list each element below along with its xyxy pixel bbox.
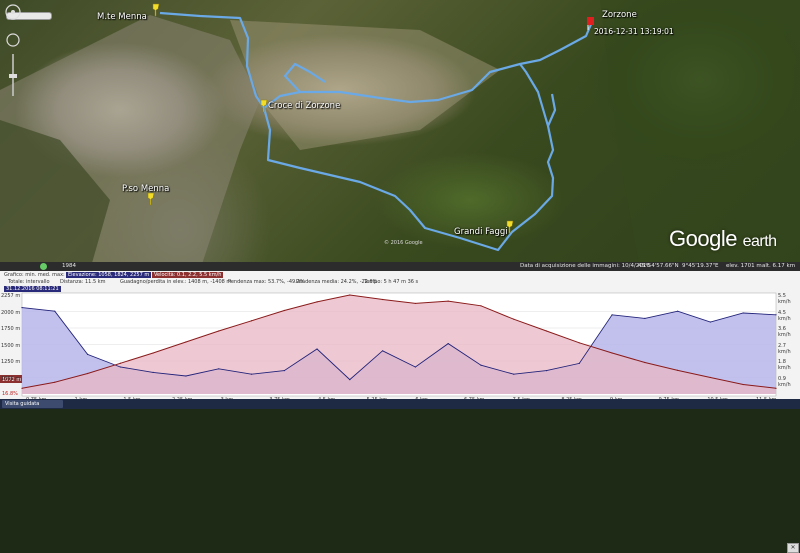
- speed-point: [578, 362, 580, 364]
- place-label-mte-menna[interactable]: M.te Menna: [97, 12, 147, 22]
- speed-point: [447, 343, 449, 345]
- place-label-zorzone[interactable]: Zorzone: [602, 10, 637, 20]
- y-tick-label-left: 1250 m: [1, 359, 21, 365]
- speed-point: [414, 366, 416, 368]
- navigation-controls[interactable]: [0, 0, 26, 100]
- profile-chart[interactable]: 1072 m 16.8%: [0, 290, 800, 399]
- speed-point: [513, 373, 515, 375]
- speed-point: [152, 371, 154, 373]
- speed-point: [349, 379, 351, 381]
- close-button[interactable]: ✕: [787, 543, 799, 553]
- y-tick-label-right: 5.5 km/h: [778, 293, 791, 305]
- speed-point: [545, 370, 548, 372]
- scale-value: 1984: [62, 263, 76, 269]
- elevation-point: [152, 352, 154, 354]
- google-earth-logo: Google earth: [669, 226, 777, 252]
- elevation-point: [611, 352, 613, 354]
- distance-stat: Distanza: 11.5 km: [60, 279, 106, 285]
- longitude: 9°45'19.37"E: [682, 263, 719, 269]
- elevation-point: [349, 294, 351, 296]
- track-timestamp: 2016-12-31 13:19:01: [594, 27, 674, 36]
- y-tick-label-left: 2257 m: [1, 293, 21, 299]
- place-label-pso-menna[interactable]: P.so Menna: [122, 184, 169, 194]
- elevation-point: [709, 376, 712, 379]
- speed-point: [119, 366, 121, 368]
- speed-point: [283, 370, 285, 372]
- elevation-point: [742, 383, 744, 386]
- speed-point: [86, 353, 89, 355]
- speed-point: [480, 364, 482, 366]
- elevation-point: [447, 300, 449, 302]
- place-label-croce-zorzone[interactable]: Croce di Zorzone: [268, 101, 340, 111]
- y-tick-label-left: 2000 m: [1, 309, 21, 316]
- elevation-point: [414, 302, 416, 305]
- max-slope-stat: Pendenza max: 53.7%, -49.2%: [228, 279, 305, 285]
- speed-point: [644, 317, 646, 319]
- y-tick-label-right: 3.6 km/h: [778, 326, 791, 338]
- imagery-date: Data di acquisizione delle immagini: 10/…: [520, 263, 650, 269]
- elevation-point: [513, 318, 515, 320]
- latitude: 45°54'57.66"N: [638, 263, 679, 269]
- status-bar: 1984 Data di acquisizione delle immagini…: [0, 262, 800, 271]
- speed-point: [54, 310, 56, 312]
- speed-point: [185, 375, 187, 377]
- elevation-point: [185, 341, 187, 343]
- speed-point: [677, 310, 679, 312]
- elevation-point: [545, 330, 548, 332]
- elevation-point: [775, 387, 777, 389]
- elevation-point: [283, 309, 285, 312]
- pushpin-icon[interactable]: [151, 3, 161, 17]
- elevation-point: [382, 298, 384, 301]
- place-label-grandi-faggi[interactable]: Grandi Faggi: [454, 227, 508, 237]
- gain-loss-stat: Guadagno/perdita in elev.: 1408 m, -1408…: [120, 279, 232, 285]
- speed-point: [21, 307, 23, 309]
- elevation-point: [578, 342, 580, 344]
- elevation-point: [250, 320, 253, 322]
- elevation-point: [644, 361, 646, 364]
- speed-point: [382, 350, 384, 352]
- speed-point: [775, 314, 777, 316]
- pushpin-icon[interactable]: [146, 192, 156, 206]
- elevation-point: [677, 369, 679, 371]
- elevation-stats[interactable]: Elevazione: 1058, 1824, 2257 m: [66, 272, 152, 278]
- elevation-point: [54, 381, 56, 383]
- logo-earth-text: earth: [742, 233, 777, 250]
- y-tick-label-right: 1.8 km/h: [778, 359, 791, 371]
- speed-point: [709, 321, 712, 323]
- elevation-point: [218, 330, 220, 332]
- y-tick-label-right: 4.5 km/h: [778, 309, 791, 322]
- speed-point: [316, 348, 318, 350]
- y-tick-label-right: 0.9 km/h: [778, 375, 791, 388]
- time-stat: Tempo: 5 h 47 m 36 s: [364, 279, 419, 285]
- y-tick-label-left: 1500 m: [1, 342, 21, 349]
- elevation-point: [316, 301, 318, 303]
- y-tick-label-right: 2.7 km/h: [778, 342, 791, 355]
- y-tick-label-left: 1000 m: [1, 375, 21, 382]
- logo-google-text: Google: [669, 226, 737, 251]
- total-label: Totale: intervallo: [8, 279, 50, 285]
- bottom-bar: Visita guidata: [0, 399, 800, 409]
- marker-pct-text: 16.8%: [2, 391, 18, 397]
- speed-point: [611, 314, 613, 316]
- speed-point: [742, 312, 744, 314]
- elevation: elev. 1701 m: [726, 263, 762, 269]
- elevation-point: [21, 387, 23, 389]
- eye-altitude: alt. 6.17 km: [762, 263, 796, 269]
- speed-stats[interactable]: Velocità: 0.1, 2.2, 5.5 km/h: [152, 272, 224, 278]
- y-tick-label-left: 1750 m: [1, 326, 21, 332]
- elevation-point: [480, 305, 482, 307]
- speed-point: [218, 368, 220, 370]
- elevation-point: [86, 372, 89, 375]
- speed-point: [250, 373, 253, 375]
- satellite-map[interactable]: M.te Menna Zorzone 2016-12-31 13:19:01 C…: [0, 0, 800, 270]
- copyright-text: © 2016 Google: [384, 240, 423, 246]
- globe-icon: [40, 263, 47, 270]
- elevation-point: [119, 362, 121, 364]
- graph-label: Grafico: min. med. max:: [4, 272, 65, 278]
- guided-tour-button[interactable]: Visita guidata: [2, 400, 63, 408]
